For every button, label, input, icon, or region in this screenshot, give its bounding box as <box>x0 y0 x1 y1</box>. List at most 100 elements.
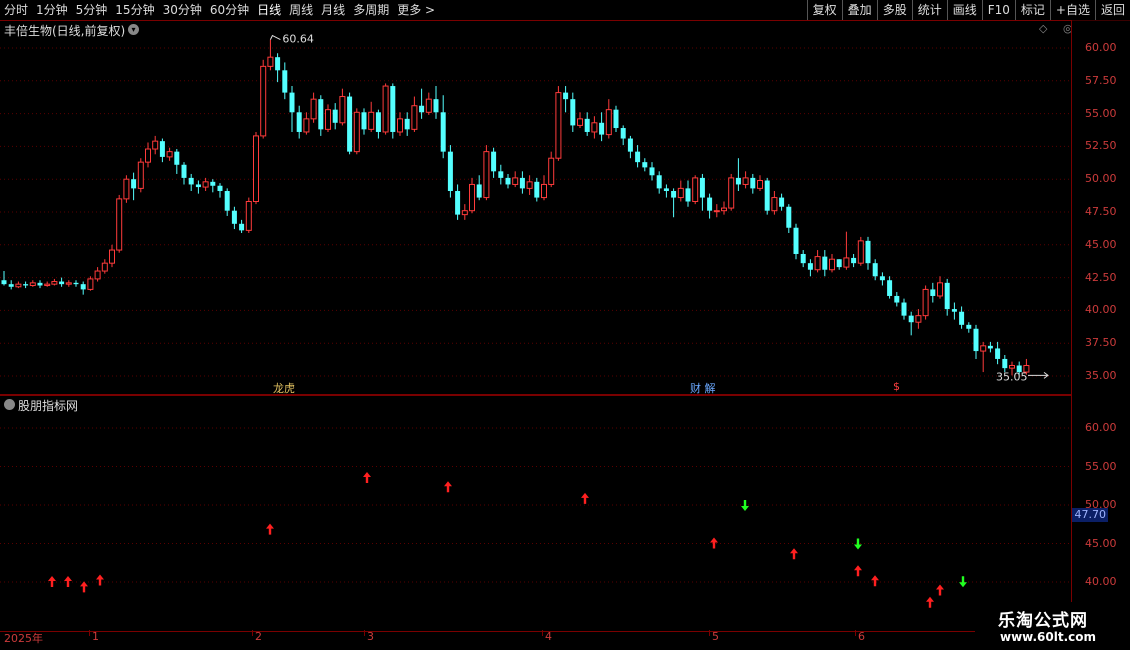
candle-body-down <box>887 280 893 296</box>
indicator-arrow-up <box>363 472 371 484</box>
candle-body-up <box>109 249 115 264</box>
candle-body-down <box>217 185 223 192</box>
candle-body-down <box>59 281 65 285</box>
candle-body-down <box>707 197 713 211</box>
candle-body-down <box>80 284 86 290</box>
candle-body-up <box>742 177 749 185</box>
event-text: 龙虎 <box>273 382 295 395</box>
candle-body-down <box>505 177 511 185</box>
event-text: 财 解 <box>690 382 716 395</box>
candle-body-down <box>908 315 914 323</box>
candle-body-up <box>541 183 547 199</box>
candle-body-up <box>339 96 346 124</box>
candle-body-up <box>65 282 72 285</box>
candle-body-down <box>649 167 655 176</box>
candle-body-up <box>310 98 317 120</box>
main-axis-tick: 57.50 <box>1085 73 1117 87</box>
candle-body-down <box>282 70 288 93</box>
candle-body-down <box>901 302 907 316</box>
indicator-arrow-up <box>936 584 944 596</box>
date-tick: 5 <box>712 630 719 643</box>
candle-body-down <box>642 162 648 168</box>
candle-body-up <box>15 283 22 288</box>
candle-body-up <box>382 85 389 133</box>
candle-body-down <box>534 181 540 198</box>
date-tick-mark <box>364 630 365 636</box>
candle-body-up <box>44 283 51 286</box>
candle-body-up <box>829 258 835 271</box>
candle-body-up <box>253 135 259 203</box>
watermark-url: www.60lt.com <box>1000 630 1097 644</box>
candle-body-down <box>959 311 965 325</box>
date-tick-mark <box>252 630 253 636</box>
candle-body-down <box>275 57 281 71</box>
candle-body-down <box>73 282 79 285</box>
candle-body-down <box>807 263 813 270</box>
candle-body-up <box>937 282 943 297</box>
date-tick: 1 <box>92 630 99 643</box>
candle-body-down <box>296 112 302 132</box>
price-chart[interactable]: 60.64 35.05 <box>0 0 1072 630</box>
candle-body-down <box>332 109 338 123</box>
event-label-longhu[interactable]: 龙虎 <box>273 380 295 396</box>
candle-body-down <box>599 122 605 135</box>
candle-body-down <box>8 284 14 287</box>
candle-body-down <box>671 191 677 198</box>
main-axis-tick: 40.00 <box>1085 303 1117 317</box>
date-tick: 2025年 <box>4 632 43 645</box>
candle-body-down <box>23 284 29 286</box>
candle-body-up <box>1009 365 1015 369</box>
candle-body-up <box>591 122 598 133</box>
main-axis-tick: 42.50 <box>1085 270 1117 284</box>
candle-body-down <box>491 151 497 172</box>
current-price-tag: 47.70 <box>1072 508 1108 522</box>
indicator-menu-icon[interactable] <box>4 399 15 410</box>
candle-body-up <box>461 210 468 216</box>
event-label-finance[interactable]: 财 解 <box>690 380 716 396</box>
candle-body-down <box>635 151 641 163</box>
candle-body-down <box>894 295 900 303</box>
candle-body-down <box>1 280 7 285</box>
candle-body-up <box>605 109 612 136</box>
indicator-arrow-up <box>96 574 104 586</box>
candle-body-down <box>174 151 180 165</box>
candle-body-up <box>368 111 375 130</box>
candle-body-up <box>677 187 684 199</box>
date-tick: 2 <box>255 630 262 643</box>
candle-body-down <box>131 179 137 189</box>
candle-body-down <box>995 348 1001 359</box>
candle-body-down <box>930 289 936 296</box>
candle-body-up <box>757 180 763 189</box>
candle-body-up <box>483 151 490 199</box>
candle-body-up <box>526 181 533 189</box>
candle-body-up <box>555 92 562 159</box>
candle-body-up <box>548 157 555 185</box>
main-axis-tick: 52.50 <box>1085 139 1117 153</box>
candle-body-down <box>800 253 806 264</box>
candle-body-down <box>786 206 792 228</box>
indicator-arrow-up <box>48 576 56 587</box>
candle-body-up <box>713 210 720 213</box>
low-label: 35.05 <box>996 370 1028 383</box>
candle-body-down <box>210 181 216 186</box>
indicator-axis-tick: 40.00 <box>1085 575 1117 588</box>
candle-body-up <box>922 288 929 317</box>
candle-body-up <box>512 177 519 185</box>
candle-body-up <box>814 256 821 271</box>
candle-body-down <box>750 177 756 189</box>
candle-body-up <box>267 56 274 67</box>
candle-body-up <box>425 98 432 113</box>
main-axis-tick: 37.50 <box>1085 336 1117 350</box>
event-label-dividend[interactable]: $ <box>893 380 900 393</box>
action-button-8[interactable]: 返回 <box>1094 0 1130 20</box>
candle-body-down <box>822 256 828 270</box>
date-tick: 4 <box>545 630 552 643</box>
candle-body-up <box>87 278 94 290</box>
candle-body-up <box>397 118 403 133</box>
candle-body-down <box>195 184 201 188</box>
indicator-arrow-up <box>871 575 879 587</box>
watermark-title: 乐淘公式网 <box>998 611 1088 631</box>
candle-body-up <box>202 181 209 188</box>
candle-body-down <box>584 118 590 132</box>
date-tick: 3 <box>367 630 374 643</box>
